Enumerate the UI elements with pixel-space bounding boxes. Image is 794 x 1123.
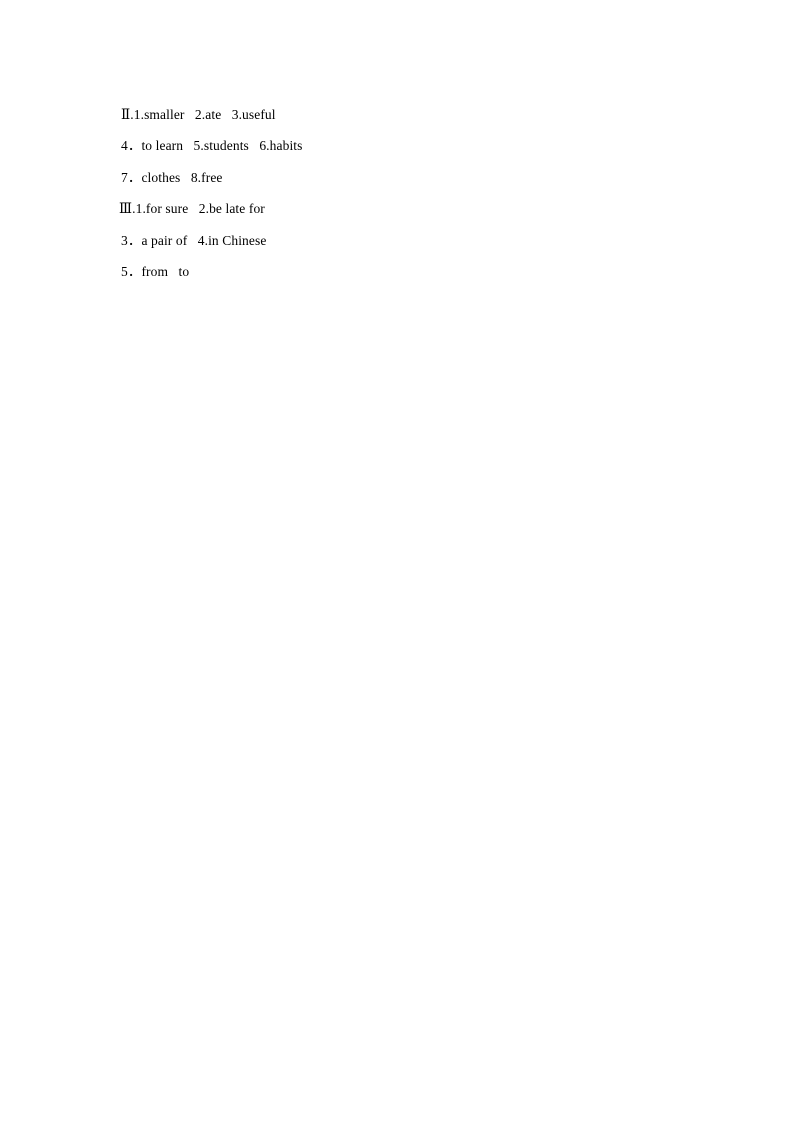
document-page: Ⅱ.1.smaller 2.ate 3.useful 4．to learn 5.…	[0, 0, 794, 1123]
answer-line-6: 5．from to	[121, 264, 190, 280]
answer-line-5: 3．a pair of 4.in Chinese	[121, 232, 267, 248]
answer-line-2: 4．to learn 5.students 6.habits	[121, 138, 303, 154]
answer-key-block: Ⅱ.1.smaller 2.ate 3.useful 4．to learn 5.…	[119, 99, 719, 287]
answer-line-3: 7．clothes 8.free	[121, 169, 223, 185]
answer-line-1: Ⅱ.1.smaller 2.ate 3.useful	[121, 107, 276, 122]
answer-line-4: Ⅲ.1.for sure 2.be late for	[119, 201, 265, 217]
